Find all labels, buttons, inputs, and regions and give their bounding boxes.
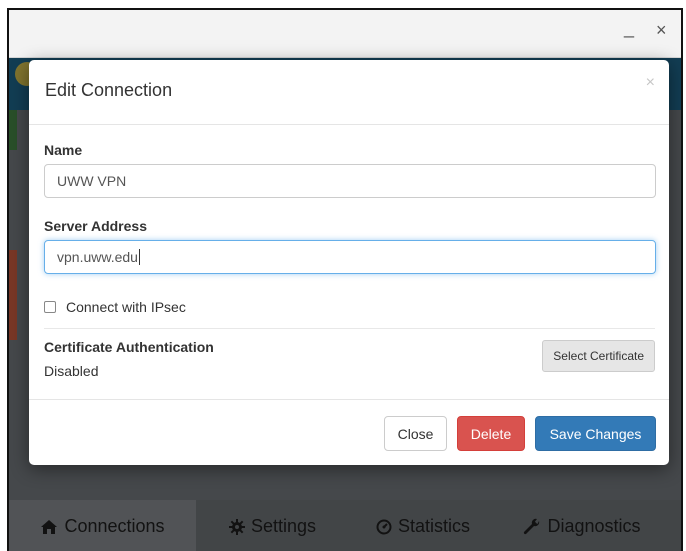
delete-button[interactable]: Delete xyxy=(457,416,525,451)
server-address-value: vpn.uww.edu xyxy=(57,249,138,265)
edit-connection-dialog: Edit Connection × Name UWW VPN Server Ad… xyxy=(29,60,669,465)
dialog-footer: Close Delete Save Changes xyxy=(29,399,669,465)
certificate-status: Disabled xyxy=(44,363,99,379)
ipsec-label: Connect with IPsec xyxy=(66,299,186,315)
server-address-label: Server Address xyxy=(44,218,147,234)
section-divider xyxy=(44,328,655,329)
minimize-button[interactable]: _ xyxy=(624,18,634,39)
window-close-button[interactable]: × xyxy=(656,20,667,41)
server-address-field[interactable]: vpn.uww.edu xyxy=(44,240,656,274)
certificate-auth-label: Certificate Authentication xyxy=(44,339,214,355)
dialog-header: Edit Connection × xyxy=(29,60,669,125)
dialog-title: Edit Connection xyxy=(45,80,173,100)
ipsec-option[interactable]: Connect with IPsec xyxy=(44,299,186,315)
ipsec-checkbox[interactable] xyxy=(44,301,56,313)
text-caret xyxy=(138,249,140,265)
title-bar: _ × xyxy=(9,10,681,58)
name-field[interactable]: UWW VPN xyxy=(44,164,656,198)
dialog-body: Name UWW VPN Server Address vpn.uww.edu … xyxy=(29,125,669,399)
app-window: _ × Connections Settings Statistics Diag… xyxy=(7,8,683,551)
select-certificate-button[interactable]: Select Certificate xyxy=(542,340,655,372)
name-label: Name xyxy=(44,142,83,158)
close-button[interactable]: Close xyxy=(384,416,447,451)
name-field-value: UWW VPN xyxy=(57,173,127,189)
dialog-close-icon[interactable]: × xyxy=(646,74,655,92)
save-changes-button[interactable]: Save Changes xyxy=(535,416,656,451)
